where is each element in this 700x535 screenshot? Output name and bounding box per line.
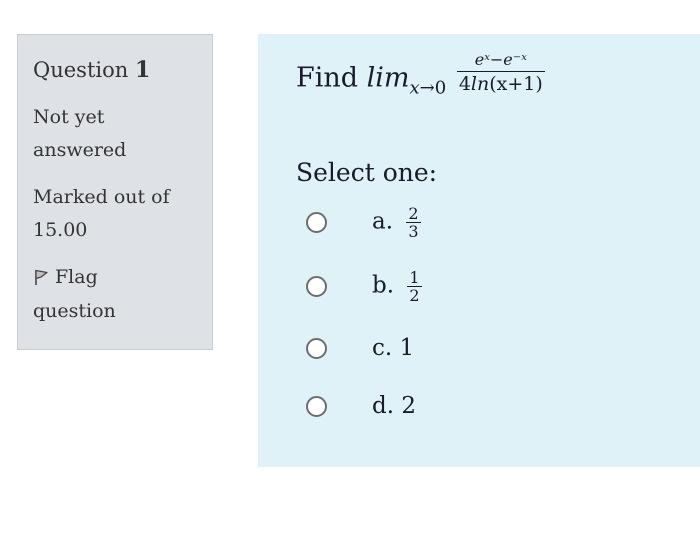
flag-icon[interactable]	[33, 268, 49, 286]
limit-fraction: eˣ−e⁻ˣ 4ln(x+1)	[456, 50, 545, 96]
option-c-label[interactable]: c. 1	[372, 335, 414, 361]
fraction-numerator: eˣ−e⁻ˣ	[456, 50, 545, 72]
option-a-fraction: 23	[406, 203, 421, 241]
question-state: Not yet answered	[33, 106, 127, 161]
flag-question-link[interactable]: Flag question	[33, 260, 183, 328]
find-text: Find	[296, 62, 359, 94]
option-b[interactable]: b. 12	[306, 266, 422, 306]
select-one-prompt: Select one:	[296, 158, 438, 187]
lim-subscript: x→0	[409, 77, 447, 99]
option-b-radio[interactable]	[306, 275, 327, 297]
option-b-label[interactable]: b. 12	[372, 269, 422, 304]
option-d-label[interactable]: d. 2	[372, 393, 416, 419]
option-c[interactable]: c. 1	[306, 328, 414, 368]
fraction-denominator: 4ln(x+1)	[458, 73, 543, 95]
question-number: Question 1	[33, 57, 212, 83]
option-d-radio[interactable]	[306, 395, 327, 417]
question-number-value: 1	[134, 57, 151, 83]
option-a-radio[interactable]	[306, 211, 327, 233]
option-a-label[interactable]: a. 23	[372, 205, 421, 240]
question-content-panel: Find limx→0 eˣ−e⁻ˣ 4ln(x+1) Select one: …	[258, 34, 700, 467]
question-info-panel: Question 1 Not yet answered Marked out o…	[17, 34, 213, 350]
lim-text: lim	[366, 62, 410, 94]
question-grade: Marked out of 15.00	[33, 186, 170, 241]
option-b-fraction: 12	[407, 267, 422, 305]
question-text: Find limx→0 eˣ−e⁻ˣ 4ln(x+1)	[296, 50, 545, 102]
option-d[interactable]: d. 2	[306, 386, 416, 426]
question-label: Question	[33, 58, 129, 82]
option-c-radio[interactable]	[306, 337, 327, 359]
option-a[interactable]: a. 23	[306, 202, 421, 242]
